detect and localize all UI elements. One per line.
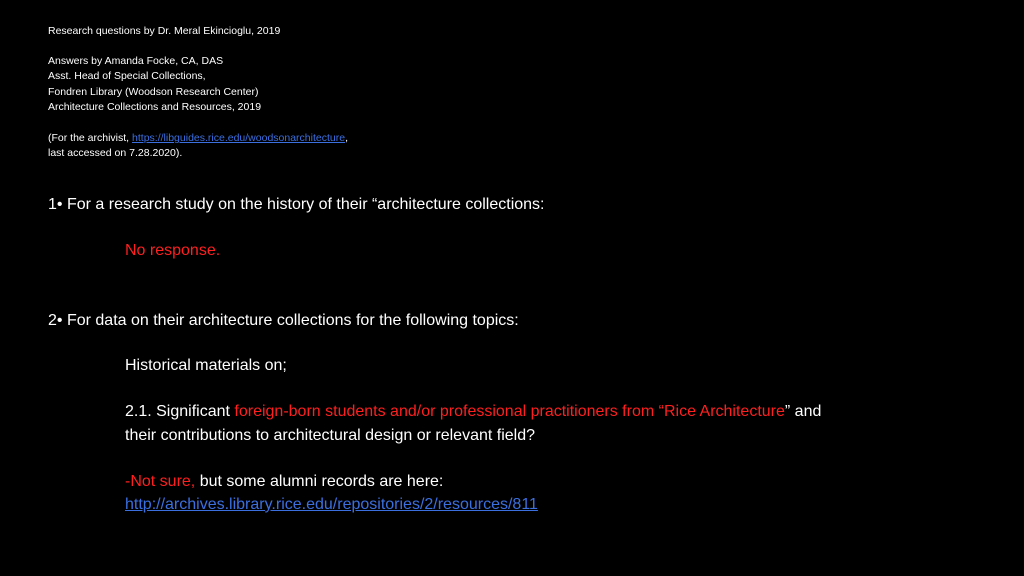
header-line-library: Fondren Library (Woodson Research Center…: [48, 86, 259, 98]
libguides-link[interactable]: https://libguides.rice.edu/woodsonarchit…: [132, 132, 345, 144]
header-line-research-questions: Research questions by Dr. Meral Ekinciog…: [48, 25, 281, 37]
header-line-archivist: (For the archivist, https://libguides.ri…: [48, 131, 348, 146]
question-2: 2• For data on their architecture collec…: [48, 312, 519, 329]
answer-rest: but some alumni records are here:: [199, 473, 444, 490]
header-line-accessed: last accessed on 7.28.2020).: [48, 147, 183, 159]
archivist-suffix: ,: [345, 132, 348, 144]
header-line-title: Asst. Head of Special Collections,: [48, 70, 206, 82]
question-2-1-continued: their contributions to architectural des…: [125, 427, 535, 444]
question-2-1-answer: -Not sure, but some alumni records are h…: [125, 470, 443, 494]
archivist-prefix: (For the archivist,: [48, 132, 133, 144]
item-prefix: 2.1. Significant: [125, 403, 235, 420]
item-suffix: ” and: [784, 403, 822, 420]
header-line-answers-by: Answers by Amanda Focke, CA, DAS: [48, 55, 224, 67]
item-highlight: foreign-born students and/or professiona…: [234, 403, 785, 420]
answer-not-sure: -Not sure,: [125, 473, 200, 490]
question-2-1: 2.1. Significant foreign-born students a…: [125, 400, 821, 424]
archives-link[interactable]: http://archives.library.rice.edu/reposit…: [125, 493, 538, 517]
question-1-answer: No response.: [125, 242, 221, 259]
header-line-collections: Architecture Collections and Resources, …: [48, 101, 262, 113]
question-2-subheading: Historical materials on;: [125, 357, 287, 374]
question-1: 1• For a research study on the history o…: [48, 196, 545, 213]
